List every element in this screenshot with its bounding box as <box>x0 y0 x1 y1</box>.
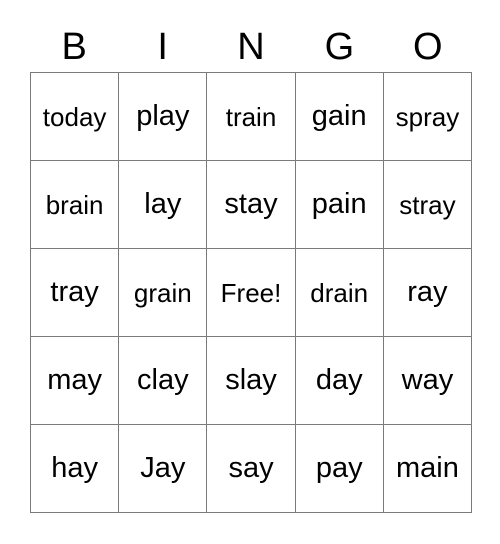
bingo-cell-label: slay <box>225 364 277 396</box>
bingo-cell-free-space[interactable]: Free! <box>207 249 296 337</box>
bingo-header-row: B I N G O <box>30 22 472 72</box>
bingo-cell[interactable]: way <box>383 337 473 425</box>
bingo-row: brain lay stay pain stray <box>31 161 473 249</box>
bingo-cell[interactable]: clay <box>119 337 208 425</box>
bingo-cell-label: pain <box>311 188 367 220</box>
bingo-cell[interactable]: pay <box>295 425 384 513</box>
bingo-row: may clay slay day way <box>31 337 473 425</box>
bingo-cell[interactable]: drain <box>295 249 384 337</box>
bingo-cell[interactable]: ray <box>383 249 473 337</box>
bingo-cell[interactable]: tray <box>31 249 120 337</box>
bingo-cell-label: Jay <box>140 452 186 484</box>
bingo-cell-label: brain <box>45 189 104 220</box>
header-letter-o: O <box>413 26 443 68</box>
bingo-grid: today play train gain spray brain lay st… <box>30 72 473 513</box>
bingo-cell[interactable]: hay <box>31 425 120 513</box>
bingo-cell-label: hay <box>51 452 98 484</box>
bingo-cell-label: stay <box>224 188 278 220</box>
bingo-cell[interactable]: may <box>31 337 120 425</box>
bingo-cell-label: Free! <box>220 277 282 308</box>
bingo-cell-label: may <box>47 364 102 396</box>
bingo-cell-label: tray <box>50 276 99 308</box>
bingo-row: today play train gain spray <box>31 73 473 161</box>
bingo-cell-label: stray <box>399 189 456 220</box>
bingo-cell-label: clay <box>137 364 189 396</box>
bingo-cell-label: today <box>42 101 107 132</box>
bingo-cell-label: say <box>228 452 274 484</box>
bingo-cell-label: day <box>315 364 363 396</box>
bingo-cell-label: main <box>395 452 459 484</box>
bingo-cell-label: ray <box>407 276 448 308</box>
bingo-cell[interactable]: slay <box>207 337 296 425</box>
bingo-cell-label: spray <box>395 101 460 132</box>
bingo-cell[interactable]: play <box>119 73 208 161</box>
bingo-cell-label: train <box>225 101 277 132</box>
bingo-row: tray grain Free! drain ray <box>31 249 473 337</box>
bingo-cell[interactable]: stray <box>383 161 473 249</box>
header-letter-n: N <box>237 26 265 68</box>
bingo-cell[interactable]: today <box>31 73 120 161</box>
bingo-cell[interactable]: gain <box>295 73 384 161</box>
bingo-cell[interactable]: Jay <box>119 425 208 513</box>
bingo-cell[interactable]: say <box>207 425 296 513</box>
bingo-cell[interactable]: spray <box>383 73 473 161</box>
bingo-cell-label: way <box>401 364 454 396</box>
bingo-card: B I N G O today play train gain spray br… <box>0 0 500 544</box>
header-letter-b: B <box>61 26 87 68</box>
bingo-cell-label: play <box>136 100 190 132</box>
bingo-row: hay Jay say pay main <box>31 425 473 513</box>
bingo-cell[interactable]: train <box>207 73 296 161</box>
bingo-cell-label: gain <box>311 100 367 132</box>
bingo-cell[interactable]: main <box>383 425 473 513</box>
bingo-cell-label: lay <box>144 188 182 220</box>
bingo-cell[interactable]: grain <box>119 249 208 337</box>
bingo-cell-label: grain <box>133 277 192 308</box>
header-letter-i: I <box>157 26 168 68</box>
bingo-cell[interactable]: stay <box>207 161 296 249</box>
bingo-cell[interactable]: pain <box>295 161 384 249</box>
bingo-cell-label: drain <box>310 277 369 308</box>
header-letter-g: G <box>324 26 355 68</box>
bingo-cell[interactable]: lay <box>119 161 208 249</box>
bingo-cell[interactable]: day <box>295 337 384 425</box>
bingo-cell-label: pay <box>315 452 363 484</box>
bingo-cell[interactable]: brain <box>31 161 120 249</box>
